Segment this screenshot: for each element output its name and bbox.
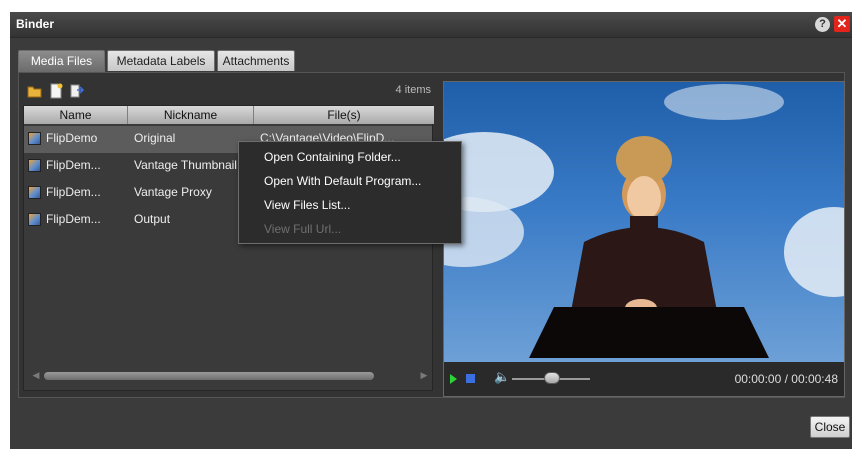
play-icon[interactable] xyxy=(450,374,457,384)
context-menu: Open Containing Folder... Open With Defa… xyxy=(238,141,462,244)
row-nickname: Original xyxy=(134,131,176,145)
media-player: 🔈 00:00:00 / 00:00:48 xyxy=(443,81,845,397)
window-close-icon[interactable]: ✕ xyxy=(834,16,850,32)
horizontal-scrollbar[interactable]: ◀ ▶ xyxy=(30,370,430,382)
window-title: Binder xyxy=(16,17,55,31)
row-nickname: Output xyxy=(134,212,171,226)
scrollbar-thumb[interactable] xyxy=(44,372,374,380)
row-nickname: Vantage Proxy xyxy=(134,185,212,199)
tab-attachments[interactable]: Attachments xyxy=(217,50,295,71)
scroll-left-icon[interactable]: ◀ xyxy=(30,370,42,382)
title-bar: Binder ? ✕ xyxy=(10,12,852,38)
stop-icon[interactable] xyxy=(466,374,475,383)
menu-item-open-with-default-program[interactable]: Open With Default Program... xyxy=(239,169,461,193)
export-icon[interactable] xyxy=(69,83,85,99)
speaker-icon[interactable]: 🔈 xyxy=(494,371,510,385)
open-folder-icon[interactable] xyxy=(27,83,43,99)
row-name: FlipDem... xyxy=(46,185,101,199)
timecode-display: 00:00:00 / 00:00:48 xyxy=(734,372,838,386)
tab-media-files[interactable]: Media Files xyxy=(18,50,105,73)
close-button[interactable]: Close xyxy=(810,416,850,438)
column-header-name[interactable]: Name xyxy=(24,106,128,124)
media-file-icon xyxy=(28,159,41,172)
media-file-icon xyxy=(28,132,41,145)
help-icon[interactable]: ? xyxy=(815,17,830,32)
volume-slider-thumb[interactable] xyxy=(544,372,560,384)
media-file-icon xyxy=(28,213,41,226)
scroll-right-icon[interactable]: ▶ xyxy=(418,370,430,382)
items-count: 4 items xyxy=(395,84,431,96)
new-document-icon[interactable] xyxy=(48,83,64,99)
video-preview xyxy=(444,82,844,362)
menu-item-view-files-list[interactable]: View Files List... xyxy=(239,193,461,217)
menu-item-view-full-url: View Full Url... xyxy=(264,222,342,236)
video-frame-image xyxy=(444,84,844,358)
column-header-files[interactable]: File(s) xyxy=(254,106,434,124)
column-header-nickname[interactable]: Nickname xyxy=(128,106,254,124)
tab-metadata-labels[interactable]: Metadata Labels xyxy=(107,50,215,71)
row-name: FlipDemo xyxy=(46,131,98,145)
row-nickname: Vantage Thumbnail xyxy=(134,158,237,172)
menu-item-open-containing-folder[interactable]: Open Containing Folder... xyxy=(239,145,461,169)
player-controls: 🔈 00:00:00 / 00:00:48 xyxy=(444,362,844,396)
media-file-icon xyxy=(28,186,41,199)
grid-header: Name Nickname File(s) xyxy=(24,106,434,124)
row-name: FlipDem... xyxy=(46,212,101,226)
row-name: FlipDem... xyxy=(46,158,101,172)
